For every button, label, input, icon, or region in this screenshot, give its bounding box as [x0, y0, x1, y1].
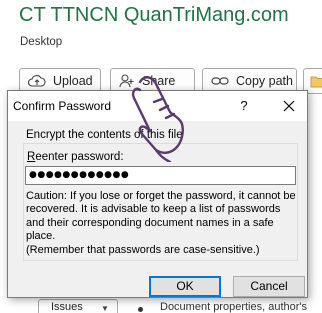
- help-button[interactable]: ?: [234, 96, 254, 116]
- close-icon: [283, 100, 295, 112]
- upload-label: Upload: [53, 74, 93, 88]
- check-for-issues-button[interactable]: Issues ▼: [38, 299, 118, 313]
- folder-icon: [310, 76, 322, 87]
- bullet-icon: [138, 307, 143, 312]
- password-label-text: eenter password:: [35, 151, 124, 163]
- dialog-title: Confirm Password: [13, 99, 112, 113]
- caution-text: Caution: If you lose or forget the passw…: [26, 190, 298, 257]
- chevron-down-icon: ▼: [101, 304, 109, 313]
- password-label: Reenter password:: [27, 151, 124, 163]
- cancel-button[interactable]: Cancel: [233, 276, 305, 297]
- document-properties-note: Document properties, author's: [160, 301, 308, 313]
- copy-path-icon: [211, 77, 229, 85]
- caution-message: Caution: If you lose or forget the passw…: [26, 190, 296, 243]
- issues-label: Issues: [51, 301, 83, 313]
- reenter-password-input[interactable]: ●●●●●●●●●●●●: [25, 166, 296, 185]
- case-sensitive-note: (Remember that passwords are case-sensit…: [26, 243, 260, 256]
- document-location: Desktop: [20, 36, 63, 48]
- hand-cursor-icon: [131, 76, 184, 162]
- document-title: CT TTNCN QuanTriMang.com: [19, 4, 289, 26]
- close-button[interactable]: [279, 96, 299, 116]
- upload-icon: [28, 75, 46, 87]
- ok-button[interactable]: OK: [149, 276, 221, 297]
- copy-path-label: Copy path: [236, 74, 293, 88]
